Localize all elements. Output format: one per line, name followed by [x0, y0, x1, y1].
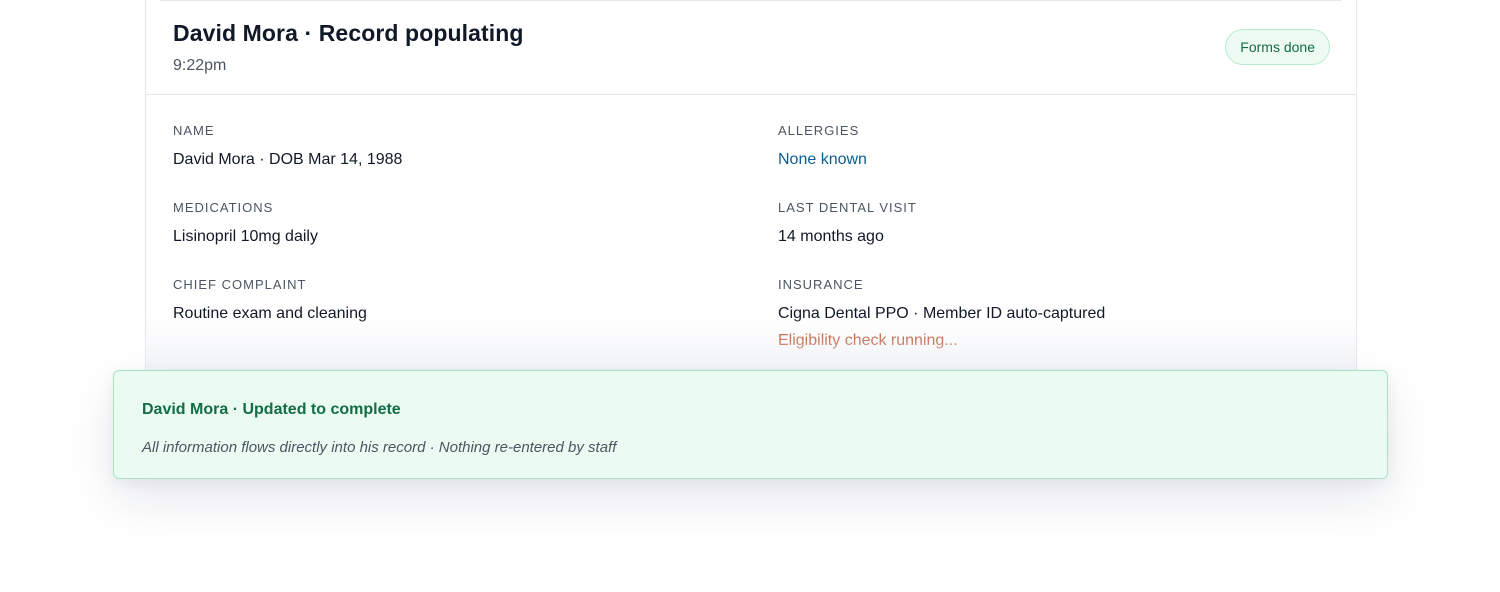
notification-message: All information flows directly into his …: [142, 439, 617, 456]
forms-status-badge: Forms done: [1225, 29, 1330, 65]
field-allergies: ALLERGIES None known: [778, 123, 867, 169]
patient-record-card: David Mora · Record populating 9:22pm Fo…: [145, 0, 1357, 372]
card-fade: [146, 317, 1356, 372]
record-title: David Mora · Record populating: [173, 20, 524, 46]
field-last-visit: LAST DENTAL VISIT 14 months ago: [778, 200, 917, 246]
field-medications-label: MEDICATIONS: [173, 200, 274, 215]
field-insurance-value: Cigna Dental PPO · Member ID auto-captur…: [778, 305, 1106, 322]
stage: David Mora · Record populating 9:22pm Fo…: [0, 0, 1500, 592]
field-chief-complaint: CHIEF COMPLAINT Routine exam and cleanin…: [173, 277, 367, 323]
field-name: NAME David Mora · DOB Mar 14, 1988: [173, 123, 402, 169]
field-allergies-value: None known: [778, 151, 867, 168]
field-medications: MEDICATIONS Lisinopril 10mg daily: [173, 200, 318, 246]
field-insurance: INSURANCE Cigna Dental PPO · Member ID a…: [778, 277, 1105, 350]
field-medications-value: Lisinopril 10mg daily: [173, 228, 318, 245]
notification-title: David Mora · Updated to complete: [142, 401, 401, 418]
field-insurance-label: INSURANCE: [778, 277, 864, 292]
update-notification: David Mora · Updated to complete All inf…: [113, 370, 1388, 479]
field-chief-complaint-value: Routine exam and cleaning: [173, 305, 367, 322]
field-last-visit-label: LAST DENTAL VISIT: [778, 200, 917, 215]
field-last-visit-value: 14 months ago: [778, 228, 884, 245]
eligibility-status: Eligibility check running...: [778, 332, 958, 349]
field-allergies-label: ALLERGIES: [778, 123, 860, 138]
field-chief-complaint-label: CHIEF COMPLAINT: [173, 277, 307, 292]
field-name-label: NAME: [173, 123, 215, 138]
record-timestamp: 9:22pm: [173, 57, 227, 74]
field-name-value: David Mora · DOB Mar 14, 1988: [173, 151, 403, 168]
record-header: David Mora · Record populating 9:22pm Fo…: [146, 0, 1356, 95]
